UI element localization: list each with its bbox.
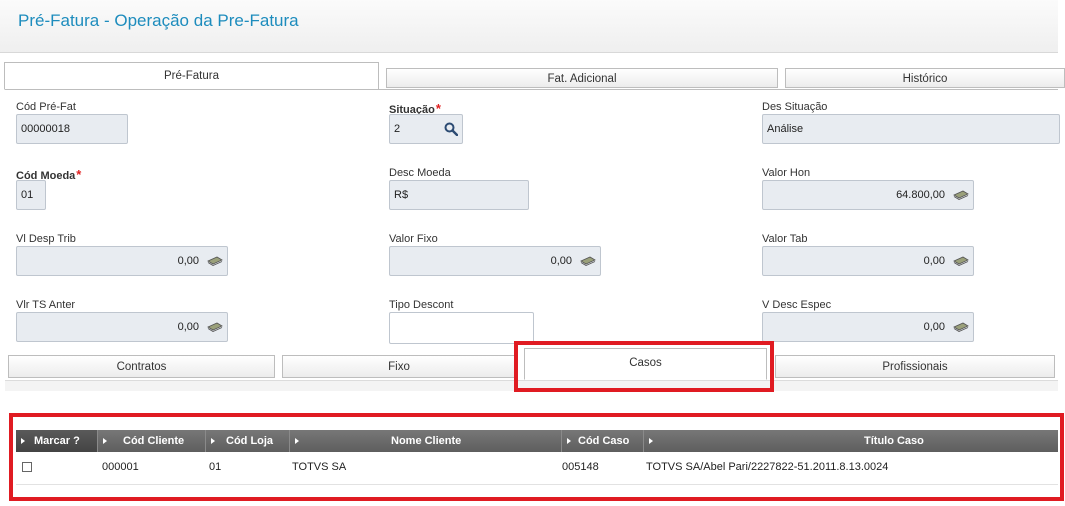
cod-pre-fat-field[interactable]: 00000018 (16, 114, 128, 144)
table-row[interactable]: 000001 01 TOTVS SA 005148 TOTVS SA/Abel … (16, 452, 1058, 485)
column-header-label: Nome Cliente (391, 435, 462, 447)
vlr-ts-anter-field[interactable]: 0,00 (16, 312, 228, 342)
column-header-marcar[interactable]: Marcar ? (16, 430, 98, 452)
desc-moeda-field[interactable]: R$ (389, 180, 529, 210)
desc-moeda-value: R$ (394, 189, 409, 201)
tab-fixo[interactable]: Fixo (282, 355, 516, 378)
sort-arrow-icon (103, 438, 107, 444)
row-checkbox[interactable] (22, 462, 32, 472)
valor-tab-label: Valor Tab (762, 233, 808, 245)
sort-arrow-icon (567, 438, 571, 444)
column-header-label: Marcar ? (34, 435, 80, 447)
tipo-descont-field[interactable] (389, 312, 534, 344)
sort-arrow-icon (211, 438, 215, 444)
tab-contratos[interactable]: Contratos (8, 355, 275, 378)
desc-moeda-label: Desc Moeda (389, 167, 451, 179)
column-header-cod-loja[interactable]: Cód Loja (206, 430, 290, 452)
cell-nome-cliente: TOTVS SA (292, 461, 347, 473)
tab-label: Fat. Adicional (547, 73, 617, 85)
des-situacao-value: Análise (767, 123, 804, 135)
money-icon[interactable] (953, 189, 969, 200)
money-icon[interactable] (580, 255, 596, 266)
column-header-cod-caso[interactable]: Cód Caso (562, 430, 644, 452)
money-icon[interactable] (953, 255, 969, 266)
cell-cod-cliente: 000001 (102, 461, 139, 473)
money-icon[interactable] (207, 321, 223, 332)
search-icon[interactable] (444, 122, 458, 136)
vlr-ts-anter-label: Vlr TS Anter (16, 299, 76, 311)
required-mark: * (76, 167, 82, 182)
tab-label: Histórico (902, 73, 948, 85)
sort-arrow-icon (21, 438, 25, 444)
v-desc-espec-value: 0,00 (923, 321, 945, 333)
valor-tab-value: 0,00 (923, 255, 945, 267)
sort-arrow-icon (649, 438, 653, 444)
grid-header: Marcar ? Cód Cliente Cód Loja Nome Clien… (16, 430, 1058, 452)
des-situacao-field[interactable]: Análise (762, 114, 1060, 144)
column-header-label: Cód Loja (226, 435, 274, 447)
tab-pre-fatura[interactable]: Pré-Fatura (4, 62, 379, 90)
tab-fat-adicional[interactable]: Fat. Adicional (386, 68, 778, 88)
tab-label: Profissionais (882, 361, 948, 373)
cod-pre-fat-value: 00000018 (21, 123, 70, 135)
valor-hon-label: Valor Hon (762, 167, 811, 179)
des-situacao-label: Des Situação (762, 101, 828, 113)
column-header-nome-cliente[interactable]: Nome Cliente (290, 430, 562, 452)
tab-historico[interactable]: Histórico (785, 68, 1065, 88)
valor-fixo-label: Valor Fixo (389, 233, 438, 245)
tab-label: Pré-Fatura (164, 70, 219, 82)
tab-content-divider (5, 380, 1058, 391)
tab-label: Contratos (116, 361, 167, 373)
vl-desp-trib-field[interactable]: 0,00 (16, 246, 228, 276)
cod-moeda-field[interactable]: 01 (16, 180, 46, 210)
tab-profissionais[interactable]: Profissionais (775, 355, 1055, 378)
tipo-descont-label: Tipo Descont (389, 299, 454, 311)
tab-label: Fixo (388, 361, 410, 373)
column-header-label: Título Caso (864, 435, 924, 447)
vlr-ts-anter-value: 0,00 (177, 321, 199, 333)
valor-hon-field[interactable]: 64.800,00 (762, 180, 974, 210)
column-header-label: Cód Caso (578, 435, 630, 447)
cell-cod-loja: 01 (209, 461, 222, 473)
page-header: Pré-Fatura - Operação da Pre-Fatura (0, 0, 1058, 53)
money-icon[interactable] (953, 321, 969, 332)
situacao-field[interactable]: 2 (389, 114, 463, 144)
valor-fixo-field[interactable]: 0,00 (389, 246, 601, 276)
page-title: Pré-Fatura - Operação da Pre-Fatura (18, 11, 299, 30)
cell-titulo-caso: TOTVS SA/Abel Pari/2227822-51.2011.8.13.… (646, 461, 889, 473)
valor-fixo-value: 0,00 (550, 255, 572, 267)
column-header-cod-cliente[interactable]: Cód Cliente (98, 430, 206, 452)
cell-cod-caso: 005148 (562, 461, 599, 473)
tab-casos[interactable]: Casos (524, 348, 767, 380)
column-header-titulo-caso[interactable]: Título Caso (644, 430, 1058, 452)
cod-pre-fat-label: Cód Pré-Fat (16, 101, 76, 113)
column-header-label: Cód Cliente (123, 435, 185, 447)
v-desc-espec-label: V Desc Espec (762, 299, 832, 311)
vl-desp-trib-label: Vl Desp Trib (16, 233, 76, 245)
money-icon[interactable] (207, 255, 223, 266)
cod-moeda-value: 01 (21, 189, 34, 201)
vl-desp-trib-value: 0,00 (177, 255, 199, 267)
tab-label: Casos (629, 357, 662, 369)
v-desc-espec-field[interactable]: 0,00 (762, 312, 974, 342)
sort-arrow-icon (295, 438, 299, 444)
valor-tab-field[interactable]: 0,00 (762, 246, 974, 276)
valor-hon-value: 64.800,00 (896, 189, 945, 201)
situacao-value: 2 (394, 123, 401, 135)
